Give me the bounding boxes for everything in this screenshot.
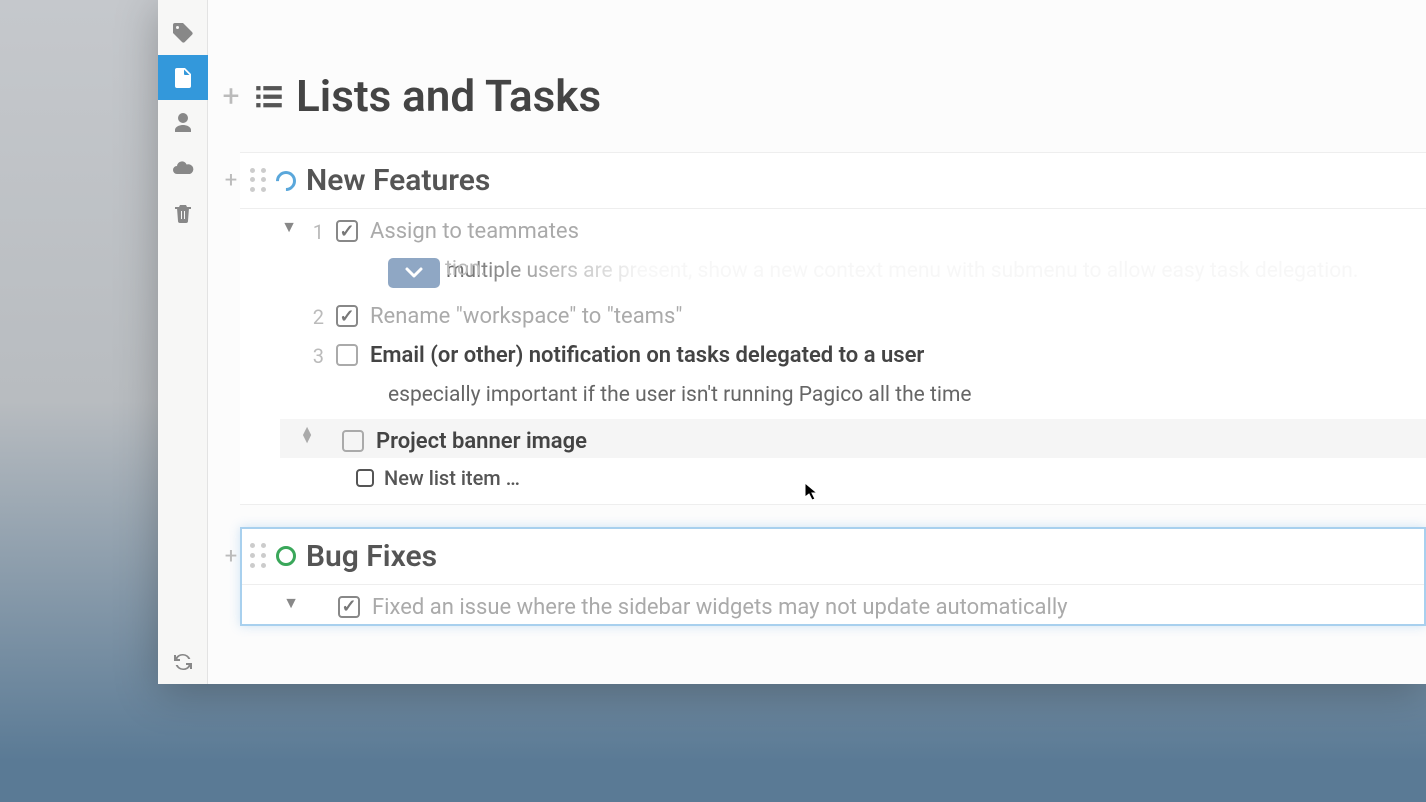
sidebar bbox=[158, 0, 208, 684]
task-text[interactable]: Email (or other) notification on tasks d… bbox=[370, 341, 924, 368]
list-header: + New Features bbox=[240, 153, 1426, 209]
add-task-button[interactable]: + bbox=[220, 544, 242, 569]
task-checkbox[interactable] bbox=[336, 305, 358, 327]
task-text[interactable]: Fixed an issue where the sidebar widgets… bbox=[372, 593, 1068, 620]
tasks-container: ▼ Fixed an issue where the sidebar widge… bbox=[242, 585, 1424, 624]
drag-handle-icon[interactable] bbox=[250, 168, 268, 194]
app-window: + Lists and Tasks + New Features ▼ 1 Ass bbox=[158, 0, 1426, 684]
list-header: + Bug Fixes bbox=[242, 529, 1424, 585]
tag-icon bbox=[171, 21, 195, 45]
task-number: 2 bbox=[304, 302, 324, 329]
list-icon bbox=[252, 79, 286, 113]
sidebar-item-cloud[interactable] bbox=[158, 145, 208, 190]
sidebar-item-contacts[interactable] bbox=[158, 100, 208, 145]
fade-overlay: tion. bbox=[445, 256, 1426, 290]
chevron-down-icon bbox=[403, 266, 425, 280]
page-title: Lists and Tasks bbox=[296, 70, 601, 122]
drag-handle-icon[interactable] bbox=[250, 543, 268, 569]
sidebar-item-trash[interactable] bbox=[158, 190, 208, 235]
main-content: + Lists and Tasks + New Features ▼ 1 Ass bbox=[208, 0, 1426, 684]
task-row[interactable]: 2 Rename "workspace" to "teams" bbox=[280, 294, 1426, 333]
document-icon bbox=[171, 66, 195, 90]
task-checkbox[interactable] bbox=[338, 596, 360, 618]
task-number: 1 bbox=[304, 217, 324, 244]
sidebar-item-sync[interactable] bbox=[158, 639, 208, 684]
task-text[interactable]: Assign to teammates bbox=[370, 217, 579, 244]
task-description[interactable]: When multiple users are present, show a … bbox=[280, 248, 1426, 294]
tasks-container: ▼ 1 Assign to teammates When multiple us… bbox=[240, 209, 1426, 504]
page-title-row: + Lists and Tasks bbox=[208, 60, 1426, 122]
list-section-new-features: + New Features ▼ 1 Assign to teammates W… bbox=[240, 152, 1426, 505]
new-item-placeholder: New list item … bbox=[384, 466, 520, 490]
checkbox-outline-icon bbox=[356, 469, 374, 487]
sort-handle-icon[interactable]: ▲▼ bbox=[298, 427, 316, 443]
task-checkbox[interactable] bbox=[342, 430, 364, 452]
status-circle-icon[interactable] bbox=[272, 166, 300, 194]
sidebar-item-tags[interactable] bbox=[158, 10, 208, 55]
truncated-tail: tion. bbox=[445, 254, 486, 284]
sidebar-item-documents[interactable] bbox=[158, 55, 208, 100]
task-row[interactable]: ▼ 1 Assign to teammates bbox=[280, 209, 1426, 248]
trash-icon bbox=[171, 201, 195, 225]
task-row[interactable]: ▲▼ Project banner image bbox=[280, 419, 1426, 458]
list-title[interactable]: New Features bbox=[306, 163, 490, 198]
list-title[interactable]: Bug Fixes bbox=[306, 539, 437, 574]
person-icon bbox=[171, 111, 195, 135]
cloud-icon bbox=[171, 156, 195, 180]
task-number: 3 bbox=[304, 341, 324, 368]
task-description[interactable]: especially important if the user isn't r… bbox=[280, 372, 1426, 418]
task-text[interactable]: Rename "workspace" to "teams" bbox=[370, 302, 682, 329]
list-section-bug-fixes: + Bug Fixes ▼ Fixed an issue where the s… bbox=[240, 527, 1426, 626]
refresh-icon bbox=[171, 650, 195, 674]
expand-description-button[interactable] bbox=[388, 258, 440, 288]
task-row[interactable]: ▼ Fixed an issue where the sidebar widge… bbox=[282, 585, 1424, 624]
new-list-item-input[interactable]: New list item … bbox=[280, 458, 1426, 504]
task-text[interactable]: Project banner image bbox=[376, 427, 587, 454]
add-section-button[interactable]: + bbox=[216, 79, 246, 114]
collapse-toggle-icon[interactable]: ▼ bbox=[280, 217, 298, 237]
collapse-toggle-icon[interactable]: ▼ bbox=[282, 593, 300, 613]
add-task-button[interactable]: + bbox=[220, 168, 242, 193]
task-row[interactable]: 3 Email (or other) notification on tasks… bbox=[280, 333, 1426, 372]
status-circle-icon[interactable] bbox=[276, 546, 296, 566]
task-checkbox[interactable] bbox=[336, 344, 358, 366]
task-checkbox[interactable] bbox=[336, 220, 358, 242]
